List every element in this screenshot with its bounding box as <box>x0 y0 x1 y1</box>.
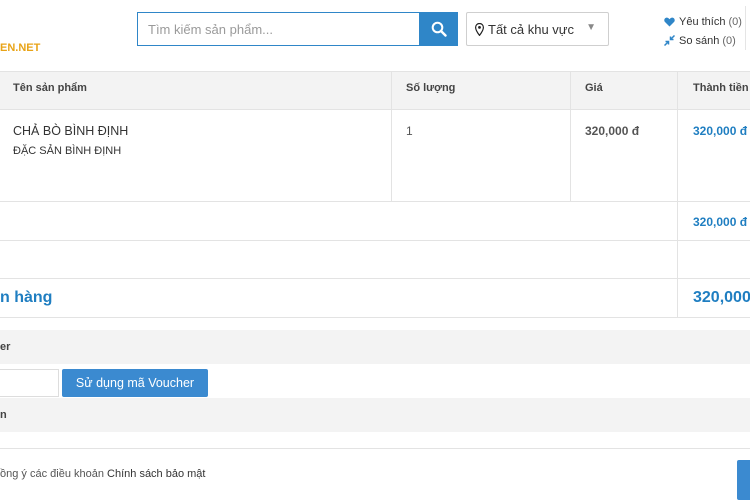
column-divider <box>570 71 571 202</box>
privacy-policy-link[interactable]: Chính sách bảo mật <box>107 468 205 480</box>
wishlist-count: (0) <box>728 15 742 28</box>
col-subtotal: Thành tiền <box>693 82 749 94</box>
row-divider <box>0 278 750 279</box>
header-divider <box>745 6 746 50</box>
next-section-label: n <box>0 409 7 421</box>
wishlist-label: Yêu thích <box>679 15 726 28</box>
col-quantity: Số lượng <box>406 82 456 94</box>
col-price: Giá <box>585 82 603 94</box>
map-pin-icon <box>475 22 484 36</box>
row-divider <box>0 201 750 202</box>
compare-link[interactable]: So sánh (0) <box>663 31 742 50</box>
next-section-header <box>0 398 750 432</box>
column-divider <box>677 71 678 317</box>
order-total-label: n hàng <box>0 289 53 306</box>
heart-icon <box>663 17 675 27</box>
search-input[interactable] <box>138 13 419 45</box>
order-total-value: 320,000 <box>693 289 750 306</box>
submit-order-button[interactable] <box>737 460 750 500</box>
terms-prefix: ồng ý các điều khoản <box>0 468 104 480</box>
apply-voucher-button[interactable]: Sử dụng mã Voucher <box>62 369 208 397</box>
item-price: 320,000 đ <box>585 124 640 138</box>
terms-text: ồng ý các điều khoản Chính sách bảo mật <box>0 468 205 480</box>
site-logo[interactable]: EN.NET <box>0 42 40 54</box>
compare-count: (0) <box>722 34 736 47</box>
table-header <box>0 71 750 110</box>
voucher-section-label: er <box>0 341 11 353</box>
region-label: Tất cả khu vực <box>488 21 575 37</box>
region-select[interactable]: Tất cả khu vực ▼ <box>466 12 609 46</box>
voucher-input[interactable] <box>0 369 59 397</box>
header-links: Yêu thích (0) So sánh (0) <box>663 12 742 50</box>
search-field[interactable] <box>137 12 420 46</box>
chevron-down-icon: ▼ <box>586 22 596 33</box>
item-subtotal: 320,000 đ <box>693 124 748 138</box>
col-product-name: Tên sản phẩm <box>13 82 87 94</box>
compare-arrows-icon <box>663 35 675 46</box>
compare-label: So sánh <box>679 34 720 47</box>
search-button[interactable] <box>419 12 458 46</box>
column-divider <box>391 71 392 202</box>
product-name[interactable]: CHẢ BÒ BÌNH ĐỊNH <box>13 124 128 138</box>
item-quantity[interactable]: 1 <box>406 124 413 138</box>
cart-subtotal: 320,000 đ <box>693 215 748 229</box>
section-divider <box>0 448 750 449</box>
row-divider <box>0 317 750 318</box>
search-icon <box>431 21 447 37</box>
product-subtitle: ĐẶC SẢN BÌNH ĐỊNH <box>13 145 122 157</box>
wishlist-link[interactable]: Yêu thích (0) <box>663 12 742 31</box>
voucher-section-header <box>0 330 750 364</box>
row-divider <box>0 240 750 241</box>
